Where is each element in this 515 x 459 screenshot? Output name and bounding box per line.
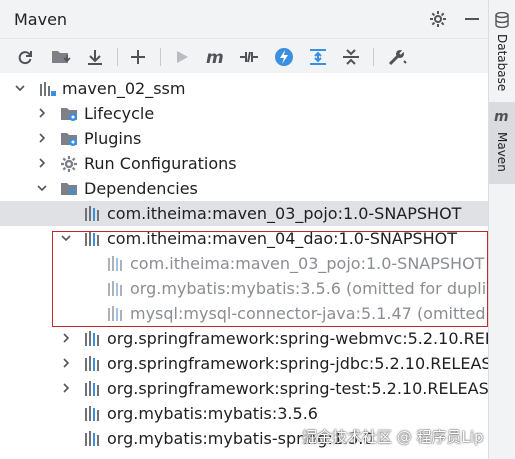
reload-icon[interactable] — [14, 46, 36, 68]
project-name: maven_02_ssm — [62, 79, 186, 98]
library-icon — [107, 255, 125, 273]
library-icon — [84, 355, 102, 373]
library-icon — [84, 380, 102, 398]
library-icon — [107, 305, 125, 323]
dependency-label: org.springframework:spring-jdbc:5.2.10.R… — [107, 354, 488, 373]
library-icon — [107, 280, 125, 298]
maven-tab[interactable]: m Maven — [489, 102, 515, 184]
tool-window-title: Maven — [14, 10, 68, 29]
maven-toolbar: m — [0, 38, 488, 74]
tree-row-project[interactable]: maven_02_ssm — [0, 76, 488, 101]
chevron-right-icon[interactable] — [36, 157, 48, 169]
library-icon — [84, 205, 102, 223]
chevron-right-icon[interactable] — [36, 132, 48, 144]
chevron-right-icon[interactable] — [60, 382, 72, 394]
tree-row-dependency[interactable]: org.mybatis:mybatis:3.5.6 — [0, 401, 488, 426]
lifecycle-label: Lifecycle — [84, 104, 155, 123]
execute-goal-icon[interactable]: m — [205, 46, 227, 68]
toggle-offline-icon[interactable] — [238, 46, 260, 68]
tool-window-header: Maven — [0, 0, 488, 38]
tree-row-transitive-dependency[interactable]: mysql:mysql-connector-java:5.1.47 (omitt… — [0, 301, 488, 326]
plugins-label: Plugins — [84, 129, 142, 148]
dependencies-label: Dependencies — [84, 179, 198, 198]
lifecycle-folder-icon — [60, 105, 78, 123]
show-dependencies-icon[interactable] — [307, 46, 329, 68]
watermark-text: 掘金技术社区 @ 程序员Lip — [302, 428, 484, 446]
maven-tab-label: Maven — [495, 132, 509, 172]
tree-row-dependency[interactable]: com.itheima:maven_04_dao:1.0-SNAPSHOT — [0, 226, 488, 251]
gear-icon — [60, 155, 78, 173]
dependency-label: org.mybatis:mybatis:3.5.6 — [107, 404, 318, 423]
library-icon — [84, 405, 102, 423]
run-configurations-label: Run Configurations — [84, 154, 237, 173]
download-icon[interactable] — [84, 46, 106, 68]
database-icon — [495, 11, 509, 32]
chevron-right-icon[interactable] — [36, 107, 48, 119]
minimize-icon[interactable] — [462, 9, 482, 29]
tree-row-plugins[interactable]: Plugins — [0, 126, 488, 151]
chevron-down-icon[interactable] — [60, 232, 72, 244]
gear-icon[interactable] — [428, 9, 448, 29]
database-tab-label: Database — [495, 34, 509, 92]
collapse-all-icon[interactable] — [340, 46, 362, 68]
dependency-label: org.springframework:spring-test:5.2.10.R… — [107, 379, 488, 398]
tree-row-dependency[interactable]: org.springframework:spring-jdbc:5.2.10.R… — [0, 351, 488, 376]
chevron-down-icon[interactable] — [36, 182, 48, 194]
library-icon — [84, 330, 102, 348]
tree-row-dependencies[interactable]: Dependencies — [0, 176, 488, 201]
dependency-label: org.springframework:spring-webmvc:5.2.10… — [107, 329, 488, 348]
maven-module-icon — [38, 80, 56, 98]
chevron-right-icon[interactable] — [60, 357, 72, 369]
chevron-down-icon[interactable] — [14, 82, 26, 94]
tree-row-dependency[interactable]: com.itheima:maven_03_pojo:1.0-SNAPSHOT — [0, 201, 488, 226]
run-icon[interactable] — [171, 46, 193, 68]
wrench-icon[interactable] — [386, 46, 408, 68]
database-tab[interactable]: Database — [489, 10, 515, 94]
chevron-right-icon[interactable] — [60, 332, 72, 344]
dependency-label: mysql:mysql-connector-java:5.1.47 (omitt… — [130, 304, 488, 323]
library-icon — [84, 230, 102, 248]
dependency-label: org.mybatis:mybatis:3.5.6 (omitted for d… — [130, 279, 488, 298]
maven-project-tree: maven_02_ssm Lifecycle Plugins Run Confi… — [0, 73, 488, 459]
tree-row-dependency[interactable]: org.springframework:spring-webmvc:5.2.10… — [0, 326, 488, 351]
dependencies-folder-icon — [60, 180, 78, 198]
library-icon — [84, 430, 102, 448]
skip-tests-icon[interactable] — [273, 46, 295, 68]
svg-text:m: m — [494, 109, 509, 123]
tree-row-dependency[interactable]: org.springframework:spring-test:5.2.10.R… — [0, 376, 488, 401]
dependency-label: com.itheima:maven_03_pojo:1.0-SNAPSHOT — [107, 204, 462, 223]
maven-tool-window: Maven m maven_02_ssm Lifecycle Plugins R… — [0, 0, 488, 459]
tree-row-lifecycle[interactable]: Lifecycle — [0, 101, 488, 126]
generate-sources-icon[interactable] — [50, 46, 72, 68]
tree-row-transitive-dependency[interactable]: org.mybatis:mybatis:3.5.6 (omitted for d… — [0, 276, 488, 301]
dependency-label: com.itheima:maven_03_pojo:1.0-SNAPSHOT (… — [130, 254, 488, 273]
right-tool-strip: Database m Maven — [488, 0, 515, 459]
svg-text:m: m — [206, 48, 224, 66]
tree-row-transitive-dependency[interactable]: com.itheima:maven_03_pojo:1.0-SNAPSHOT (… — [0, 251, 488, 276]
plugins-folder-icon — [60, 130, 78, 148]
maven-m-icon: m — [494, 108, 510, 127]
tree-row-run-configurations[interactable]: Run Configurations — [0, 151, 488, 176]
add-icon[interactable] — [127, 46, 149, 68]
dependency-label: com.itheima:maven_04_dao:1.0-SNAPSHOT — [107, 229, 458, 248]
